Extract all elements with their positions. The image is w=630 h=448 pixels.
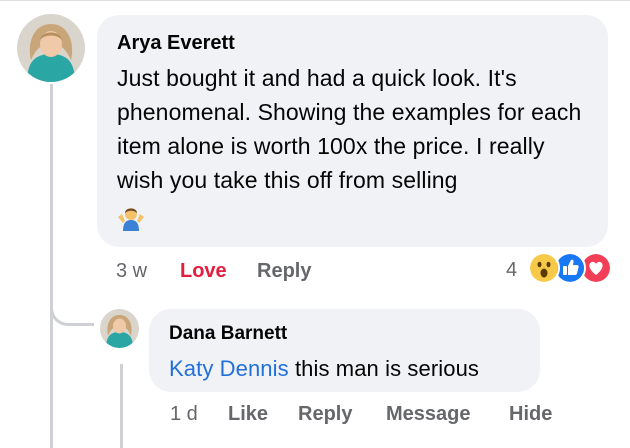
reply-thread-line (120, 364, 123, 448)
reply-timestamp[interactable]: 1 d (170, 403, 198, 426)
person-shrugging-emoji (117, 205, 145, 231)
reaction-count: 4 (506, 259, 518, 281)
hide-button[interactable]: Hide (509, 403, 552, 426)
comment-timestamp[interactable]: 3 w (116, 260, 147, 283)
reply-text: this man is serious (294, 356, 480, 381)
thread-connector (50, 296, 94, 326)
reply-button[interactable]: Reply (257, 260, 311, 283)
comment-text: Just bought it and had a quick look. It'… (117, 65, 582, 193)
comment-author[interactable]: Arya Everett (117, 31, 588, 55)
thread-line (50, 84, 53, 448)
comment-bubble: Arya Everett Just bought it and had a qu… (97, 15, 608, 247)
reply-text-line: Katy Dennis this man is serious (169, 352, 520, 386)
reply-author[interactable]: Dana Barnett (169, 322, 520, 346)
reply-avatar[interactable] (100, 309, 139, 348)
reply-bubble: Dana Barnett Katy Dennis this man is ser… (149, 309, 540, 392)
avatar[interactable] (17, 14, 85, 82)
like-button[interactable]: Like (228, 403, 268, 426)
reply-button[interactable]: Reply (298, 403, 352, 426)
love-button[interactable]: Love (180, 260, 227, 283)
message-button[interactable]: Message (386, 403, 471, 426)
wow-reaction-icon (528, 252, 560, 284)
top-divider (0, 0, 630, 1)
reactions-summary[interactable]: 4 (506, 252, 616, 288)
mention-link[interactable]: Katy Dennis (169, 356, 289, 381)
